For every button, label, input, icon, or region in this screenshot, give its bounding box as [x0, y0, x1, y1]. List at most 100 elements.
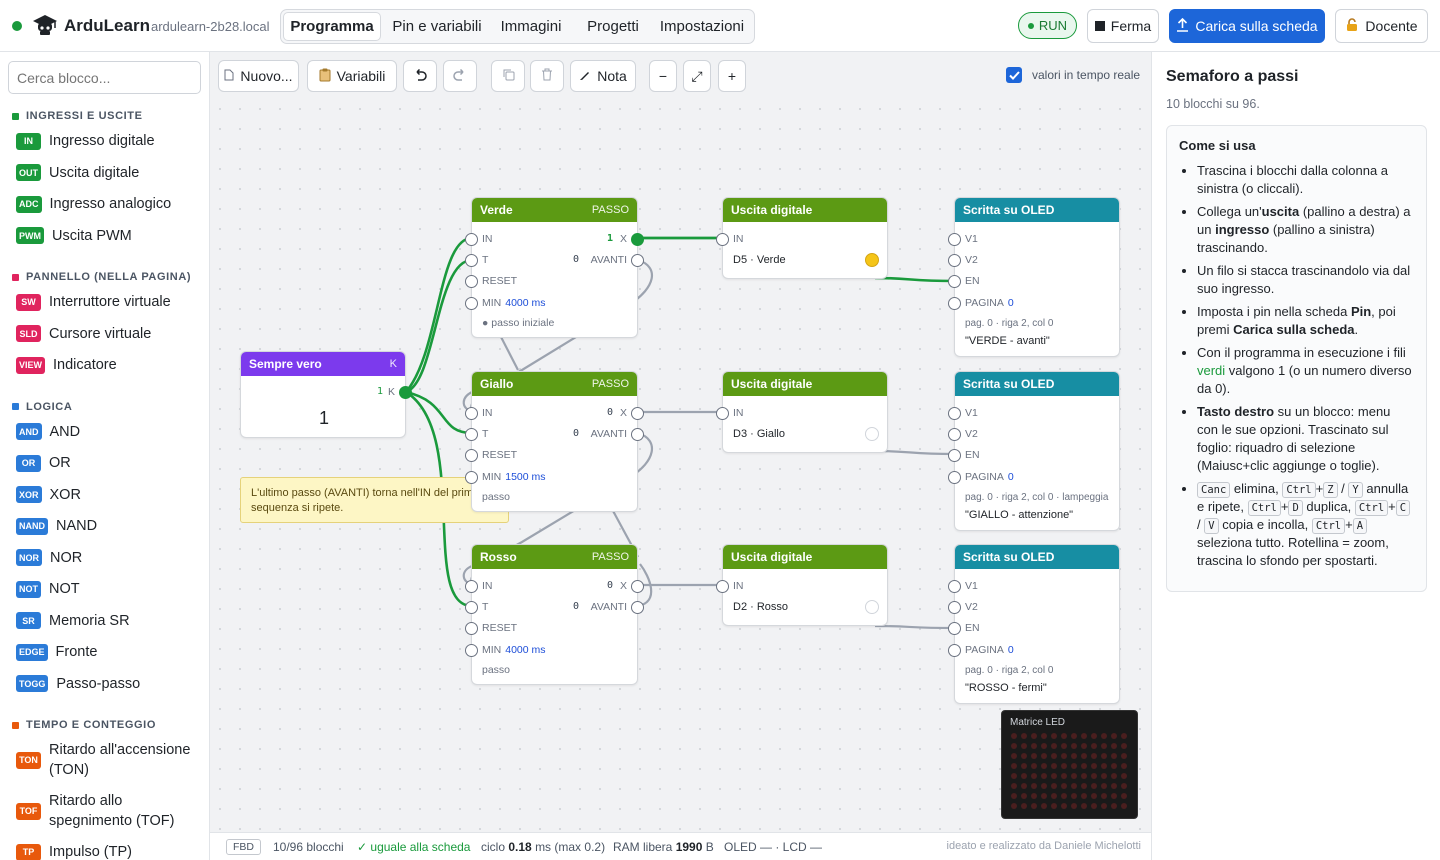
oled-v2-port[interactable]	[948, 601, 961, 614]
palette-item[interactable]: TON Ritardo all'accensione (TON)	[16, 740, 191, 780]
step-reset-port[interactable]	[465, 622, 478, 635]
port-label: AVANTI	[590, 254, 627, 266]
led-matrix-dot	[1061, 783, 1067, 789]
palette-item[interactable]: XOR XOR	[16, 485, 192, 505]
led-matrix-dot	[1031, 793, 1037, 799]
status-bar: FBD 10/96 blocchi ✓ uguale alla scheda c…	[210, 832, 1151, 860]
digital-output-node[interactable]: Uscita digitale IN D2 · Rosso	[716, 544, 888, 626]
step-t-port[interactable]	[465, 601, 478, 614]
const-node-sempre-vero[interactable]: Sempre vero K 1 K 1	[240, 351, 412, 438]
tab-impostazioni[interactable]: Impostazioni	[653, 12, 751, 41]
oled-v1-port[interactable]	[948, 233, 961, 246]
oled-text-node[interactable]: Scritta su OLED V1 V2 EN PAGINA 0 pag. 0 · rig…	[948, 544, 1120, 704]
oled-page-port[interactable]	[948, 644, 961, 657]
step-node[interactable]: Verde PASSO IN T RESET MIN 4000 ms ● passo iniz…	[465, 197, 644, 338]
step-min-port[interactable]	[465, 471, 478, 484]
palette-item[interactable]: VIEW Indicatore	[16, 355, 195, 375]
port-label: EN	[965, 449, 980, 461]
led-matrix-dot	[1121, 773, 1127, 779]
tab-pin-variabili[interactable]: Pin e variabili	[383, 12, 491, 41]
oled-v1-port[interactable]	[948, 407, 961, 420]
step-x-port[interactable]	[631, 580, 644, 593]
led-indicator	[865, 253, 879, 267]
palette-item[interactable]: AND AND	[16, 422, 192, 442]
led-matrix-preview[interactable]: Matrice LED	[1001, 710, 1138, 819]
oled-page-row: PAGINA 0	[965, 471, 1014, 483]
palette-item[interactable]: NAND NAND	[16, 516, 198, 536]
port-label: V1	[965, 580, 978, 592]
port-label: IN	[482, 233, 493, 245]
step-avanti-value: 0	[572, 601, 579, 612]
step-avanti-port[interactable]	[631, 428, 644, 441]
step-t-port[interactable]	[465, 254, 478, 267]
palette-item-label: Ingresso analogico	[49, 196, 172, 212]
palette-item[interactable]: SW Interruttore virtuale	[16, 292, 191, 312]
palette-item[interactable]: TP Impulso (TP)	[16, 842, 191, 860]
palette-item[interactable]: OR OR	[16, 453, 191, 473]
oled-v2-port[interactable]	[948, 428, 961, 441]
palette-item[interactable]: ADC Ingresso analogico	[16, 194, 192, 214]
tab-progetti[interactable]: Progetti	[573, 12, 653, 41]
oled-text-node[interactable]: Scritta su OLED V1 V2 EN PAGINA 0 pag. 0 · rig…	[948, 197, 1120, 357]
step-reset-port[interactable]	[465, 275, 478, 288]
palette-item[interactable]: PWM Uscita PWM	[16, 226, 194, 246]
palette-item[interactable]: SLD Cursore virtuale	[16, 324, 191, 344]
port-label: IN	[482, 407, 493, 419]
palette-item-label: OR	[49, 455, 71, 471]
step-avanti-port[interactable]	[631, 254, 644, 267]
free-ram: RAM libera 1990 B	[613, 840, 714, 854]
digital-output-node[interactable]: Uscita digitale IN D3 · Giallo	[716, 371, 888, 453]
palette-item-label: Uscita digitale	[49, 164, 140, 181]
palette-item-label: Impulso (TP)	[49, 844, 132, 860]
oled-en-port[interactable]	[948, 449, 961, 462]
oled-en-port[interactable]	[948, 275, 961, 288]
port-label: EN	[965, 622, 980, 634]
led-matrix-dot	[1051, 773, 1057, 779]
step-min-port[interactable]	[465, 297, 478, 310]
tab-programma[interactable]: Programma	[283, 12, 381, 41]
teacher-button[interactable]: Docente	[1335, 9, 1428, 43]
palette-item[interactable]: EDGE Fronte	[16, 642, 198, 662]
step-in-port[interactable]	[465, 233, 478, 246]
oled-text-node[interactable]: Scritta su OLED V1 V2 EN PAGINA 0 pag. 0 · rig…	[948, 371, 1120, 531]
step-in-port[interactable]	[465, 407, 478, 420]
oled-v1-port[interactable]	[948, 580, 961, 593]
palette-item[interactable]: SR Memoria SR	[16, 611, 191, 631]
step-reset-port[interactable]	[465, 449, 478, 462]
palette-category: LOGICA	[12, 401, 72, 413]
palette-item-label: Cursore virtuale	[49, 325, 152, 342]
led-matrix-dot	[1011, 773, 1017, 779]
palette-item[interactable]: NOT NOT	[16, 579, 191, 599]
output-in-port[interactable]	[716, 407, 729, 420]
palette-item[interactable]: IN Ingresso digitale	[16, 131, 191, 151]
palette-item[interactable]: OUT Uscita digitale	[16, 163, 191, 183]
sticky-note[interactable]: L'ultimo passo (AVANTI) torna nell'IN de…	[240, 477, 509, 523]
palette-item[interactable]: TOF Ritardo allo spegnimento (TOF)	[16, 791, 191, 831]
const-out-label: K	[387, 386, 395, 398]
step-x-port[interactable]	[631, 407, 644, 420]
digital-output-node[interactable]: Uscita digitale IN D5 · Verde	[716, 197, 888, 279]
step-avanti-port[interactable]	[631, 601, 644, 614]
const-out-port[interactable]	[399, 386, 412, 399]
oled-en-port[interactable]	[948, 622, 961, 635]
palette-item[interactable]: TOGG Passo-passo	[16, 674, 198, 694]
step-in-port[interactable]	[465, 580, 478, 593]
block-search-input[interactable]	[8, 61, 201, 94]
tab-immagini[interactable]: Immagini	[491, 12, 571, 41]
step-t-port[interactable]	[465, 428, 478, 441]
led-matrix-dot	[1011, 803, 1017, 809]
upload-button[interactable]: Carica sulla scheda	[1169, 9, 1325, 43]
output-in-port[interactable]	[716, 580, 729, 593]
palette-item[interactable]: NOR NOR	[16, 548, 192, 568]
step-x-port[interactable]	[631, 233, 644, 246]
stop-button[interactable]: Ferma	[1087, 9, 1159, 43]
led-matrix-dot	[1041, 783, 1047, 789]
step-min-port[interactable]	[465, 644, 478, 657]
oled-v2-port[interactable]	[948, 254, 961, 267]
oled-page-port[interactable]	[948, 471, 961, 484]
oled-page-port[interactable]	[948, 297, 961, 310]
output-in-port[interactable]	[716, 233, 729, 246]
step-footer: passo	[482, 491, 511, 503]
step-node[interactable]: Giallo PASSO IN T RESET MIN 1500 ms passo 0 X 0 AVA…	[465, 371, 644, 512]
step-node[interactable]: Rosso PASSO IN T RESET MIN 4000 ms passo 0 X 0 AVAN…	[465, 544, 644, 685]
